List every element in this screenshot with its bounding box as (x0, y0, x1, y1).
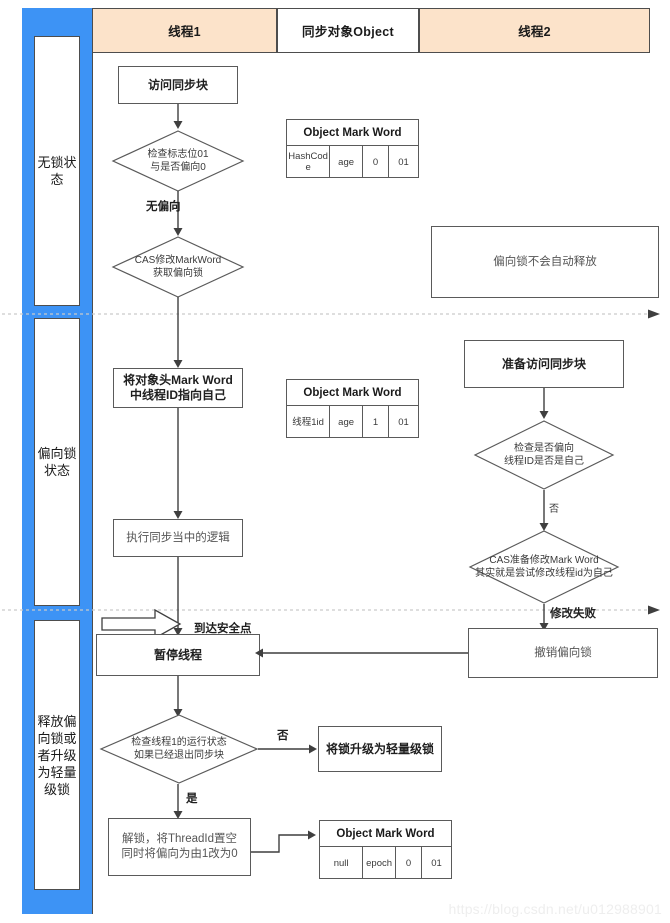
edge-label-modify-failed: 修改失败 (550, 608, 596, 620)
decision-check-bias-label: 检查是否偏向 线程ID是否是自己 (504, 443, 584, 467)
mark-word-cell: 0 (363, 146, 390, 178)
node-prepare-access-label: 准备访问同步块 (501, 356, 586, 371)
state-box-biased: 偏向锁状态 (34, 318, 80, 606)
lane-header-object: 同步对象Object (277, 8, 419, 53)
note-bias-not-auto-released-label: 偏向锁不会自动释放 (493, 255, 597, 268)
node-exec-sync-logic-label: 执行同步当中的逻辑 (126, 531, 230, 544)
node-pause-thread[interactable]: 暂停线程 (96, 634, 260, 676)
mark-word-table-1: Object Mark Word HashCode age 0 01 (286, 119, 419, 178)
connector-unlock-to-markword3 (251, 830, 316, 853)
mark-word-table-2: Object Mark Word 线程1id age 1 01 (286, 379, 419, 438)
flowchart-canvas: 线程1 同步对象Object 线程2 无锁状态 偏向锁状态 释放偏向锁或者升级为… (0, 0, 670, 923)
connector-prepare-to-checkbias (539, 388, 549, 419)
lane-header-thread1-label: 线程1 (168, 25, 201, 39)
mark-word-cell: null (320, 847, 364, 879)
decision-cas-modify-label: CAS修改MarkWord 获取偏向锁 (134, 255, 222, 279)
edge-label-no-upgrade: 否 (277, 730, 289, 742)
mark-word-cell: 1 (363, 406, 390, 438)
mark-word-table-2-row: 线程1id age 1 01 (287, 406, 418, 438)
node-upgrade-to-lightweight-label: 将锁升级为轻量级锁 (325, 741, 434, 756)
mark-word-table-3: Object Mark Word null epoch 0 01 (319, 820, 452, 879)
node-access-sync-block[interactable]: 访问同步块 (118, 66, 238, 104)
decision-check-flag-label: 检查标志位01 与是否偏向0 (147, 149, 209, 173)
decision-check-thread1-running[interactable]: 检查线程1的运行状态 如果已经退出同步块 (99, 714, 259, 784)
mark-word-cell: age (330, 146, 363, 178)
decision-cas-prepare-label: CAS准备修改Mark Word 其实就是尝试修改线程id为自己 (475, 555, 613, 579)
state-rail: 无锁状态 偏向锁状态 释放偏向锁或者升级为轻量级锁 (22, 8, 92, 914)
state-label-unlocked: 无锁状态 (37, 155, 77, 187)
node-exec-sync-logic[interactable]: 执行同步当中的逻辑 (113, 519, 243, 557)
mark-word-cell: 0 (396, 847, 423, 879)
mark-word-cell: 01 (431, 857, 442, 869)
node-upgrade-to-lightweight[interactable]: 将锁升级为轻量级锁 (318, 726, 442, 772)
node-point-thread-id[interactable]: 将对象头Mark Word 中线程ID指向自己 (113, 368, 243, 408)
mark-word-cell: epoch (363, 847, 396, 879)
decision-cas-prepare-modify[interactable]: CAS准备修改Mark Word 其实就是尝试修改线程id为自己 (468, 530, 620, 604)
connector-revoke-to-pause (255, 648, 468, 658)
connector-cas-to-pointthreadid (173, 297, 183, 368)
node-revoke-bias-lock[interactable]: 撤销偏向锁 (468, 628, 658, 678)
node-prepare-access-sync-block[interactable]: 准备访问同步块 (464, 340, 624, 388)
mark-word-table-3-title: Object Mark Word (320, 821, 451, 847)
node-revoke-bias-lock-label: 撤销偏向锁 (534, 646, 592, 659)
lane-separator-1 (2, 309, 660, 319)
state-label-biased: 偏向锁状态 (37, 446, 77, 478)
mark-word-table-2-title: Object Mark Word (287, 380, 418, 406)
node-pause-thread-label: 暂停线程 (153, 647, 202, 662)
decision-check-bias-owner[interactable]: 检查是否偏向 线程ID是否是自己 (473, 420, 615, 490)
decision-cas-modify-markword[interactable]: CAS修改MarkWord 获取偏向锁 (111, 236, 245, 298)
note-bias-not-auto-released: 偏向锁不会自动释放 (431, 226, 659, 298)
lane-header-object-label: 同步对象Object (302, 25, 394, 39)
edge-label-yes-unlock: 是 (186, 793, 198, 805)
mark-word-table-1-title: Object Mark Word (287, 120, 418, 146)
decision-check-running-label: 检查线程1的运行状态 如果已经退出同步块 (131, 737, 227, 761)
state-box-release-upgrade: 释放偏向锁或者升级为轻量级锁 (34, 620, 80, 890)
lane-header-thread2: 线程2 (419, 8, 650, 53)
mark-word-cell: 线程1id (287, 406, 331, 438)
connector-pause-to-checkrunning (173, 676, 183, 717)
connector-pointid-to-execlogic (173, 408, 183, 519)
lane-header-thread2-label: 线程2 (518, 25, 551, 39)
edge-label-no-checkbias: 否 (549, 504, 559, 515)
edge-label-no-bias: 无偏向 (146, 201, 181, 213)
state-label-release-upgrade: 释放偏向锁或者升级为轻量级锁 (37, 713, 77, 797)
node-access-sync-block-label: 访问同步块 (147, 77, 208, 92)
state-box-unlocked: 无锁状态 (34, 36, 80, 306)
mark-word-table-1-row: HashCode age 0 01 (287, 146, 418, 178)
lane-header-thread1: 线程1 (92, 8, 277, 53)
mark-word-cell: 01 (398, 416, 409, 428)
lane-divider-left (92, 53, 93, 914)
mark-word-table-3-row: null epoch 0 01 (320, 847, 451, 879)
mark-word-cell: 01 (398, 156, 409, 168)
decision-check-flag[interactable]: 检查标志位01 与是否偏向0 (111, 130, 245, 192)
connector-access-to-checkflag (173, 104, 183, 129)
node-point-thread-id-label: 将对象头Mark Word 中线程ID指向自己 (123, 373, 233, 402)
node-unlock-clear-threadid-label: 解锁，将ThreadId置空 同时将偏向为由1改为0 (121, 833, 238, 860)
mark-word-cell: HashCode (287, 146, 331, 178)
node-unlock-clear-threadid[interactable]: 解锁，将ThreadId置空 同时将偏向为由1改为0 (108, 818, 251, 876)
connector-checkrunning-to-upgrade (258, 744, 317, 754)
mark-word-cell: age (330, 406, 363, 438)
watermark: https://blog.csdn.net/u012988901 (448, 901, 662, 917)
